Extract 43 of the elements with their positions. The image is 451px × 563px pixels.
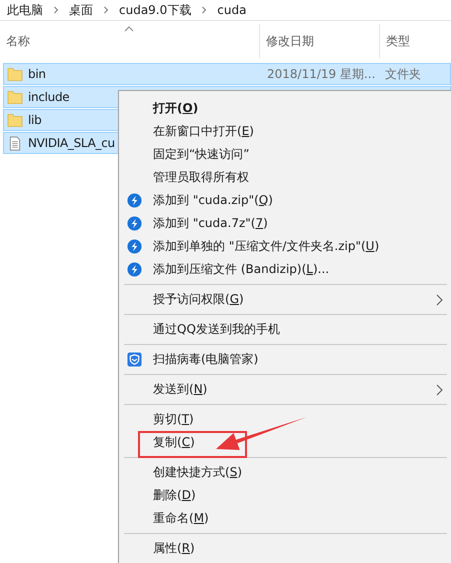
menu-item[interactable]: 添加到压缩文件 (Bandizip)(L)... xyxy=(153,261,330,278)
folder-icon xyxy=(7,66,23,82)
lightning-icon xyxy=(127,262,142,277)
menu-item[interactable]: 添加到 "cuda.zip"(Q) xyxy=(153,192,273,209)
menu-item[interactable]: 固定到“快速访问” xyxy=(153,146,250,163)
menu-item[interactable]: 管理员取得所有权 xyxy=(153,169,249,186)
file-date: 2018/11/19 星期... xyxy=(267,66,376,80)
menu-item[interactable]: 扫描病毒(电脑管家) xyxy=(153,351,258,368)
lightning-icon xyxy=(127,239,142,254)
lightning-icon xyxy=(127,216,142,231)
shield-icon xyxy=(127,352,142,367)
menu-item[interactable]: 剪切(T) xyxy=(153,411,194,428)
file-name: NVIDIA_SLA_cu xyxy=(28,136,115,150)
breadcrumb-item[interactable]: 桌面 xyxy=(69,2,93,18)
menu-item[interactable]: 授予访问权限(G) xyxy=(153,291,244,308)
file-name: include xyxy=(28,90,70,104)
file-name: lib xyxy=(28,113,42,127)
column-header[interactable]: 类型 xyxy=(386,32,410,50)
breadcrumb-item[interactable]: cuda xyxy=(217,3,246,17)
menu-item[interactable]: 在新窗口中打开(E) xyxy=(153,123,254,140)
folder-icon xyxy=(7,90,23,104)
column-header[interactable]: 名称 xyxy=(6,32,30,50)
chevron-icon xyxy=(53,6,59,14)
menu-item[interactable]: 重命名(M) xyxy=(153,510,209,527)
chevron-icon xyxy=(103,6,109,14)
menu-item[interactable]: 添加到单独的 "压缩文件/文件夹名.zip"(U) xyxy=(153,238,380,255)
menu-item[interactable]: 属性(R) xyxy=(153,540,195,557)
chevron-icon xyxy=(201,6,208,14)
document-icon xyxy=(7,136,23,150)
file-type: 文件夹 xyxy=(385,66,421,80)
breadcrumb-item[interactable]: 此电脑 xyxy=(7,2,43,18)
breadcrumb-item[interactable]: cuda9.0下载 xyxy=(119,2,192,18)
column-header[interactable]: 修改日期 xyxy=(266,32,314,50)
menu-item[interactable]: 发送到(N) xyxy=(153,381,208,398)
file-row[interactable]: bin 2018/11/19 星期... 文件夹 xyxy=(3,63,451,85)
menu-item[interactable]: 通过QQ发送到我的手机 xyxy=(153,321,280,338)
menu-item[interactable]: 添加到 "cuda.7z"(7) xyxy=(153,215,268,232)
menu-item[interactable]: 打开(O) xyxy=(153,100,198,117)
file-name: bin xyxy=(28,67,46,81)
menu-item[interactable]: 删除(D) xyxy=(153,487,196,504)
folder-icon xyxy=(7,112,23,128)
menu-item[interactable]: 创建快捷方式(S) xyxy=(153,464,242,481)
lightning-icon xyxy=(127,193,142,208)
